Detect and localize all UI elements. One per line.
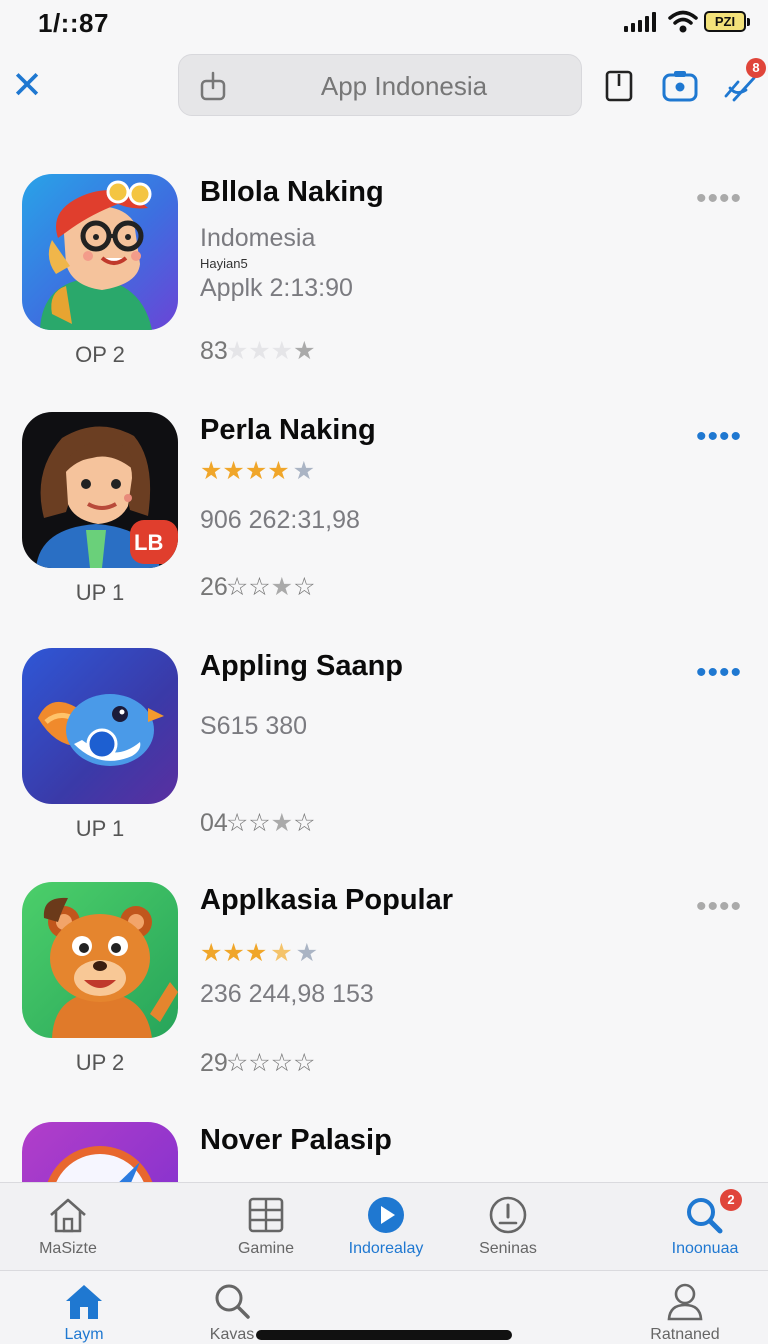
rating-row: 04 ☆☆ ★ ☆ [200, 808, 315, 838]
list-item[interactable]: Nover Palasip [0, 1098, 768, 1182]
tab-label: Ratnaned [650, 1326, 720, 1343]
category-tab-bar: MaSizte Gamine Indorealay Seninas 2 Inoo… [0, 1182, 768, 1270]
tab-label: Gamine [237, 1240, 295, 1257]
info-circle-icon [489, 1196, 527, 1234]
status-bar: 1/::87 PZI [0, 0, 768, 44]
tab-laym[interactable]: Laym [44, 1281, 124, 1344]
camera-icon[interactable] [660, 66, 700, 106]
rating-row: 26 ☆☆ ★ ☆ [200, 572, 315, 602]
app-icon[interactable] [22, 648, 178, 804]
list-item[interactable]: UP 1 Appling Saanp S615 380 04 ☆☆ ★ ☆ •••• [0, 624, 768, 859]
rank-label: UP 2 [75, 1050, 125, 1075]
app-info: 236 244,98 153 [200, 980, 374, 1008]
app-info: 906 262:31,98 [200, 506, 360, 534]
star-rating-icon: ☆☆☆☆ [225, 1049, 316, 1077]
share-icon [200, 71, 226, 101]
star-rating-icon: ★★★★★ [200, 939, 319, 967]
app-list[interactable]: OP 2 Bllola Naking Indomesia Hayian5 App… [0, 150, 768, 1182]
person-icon [667, 1283, 703, 1321]
tab-badge: 2 [720, 1189, 742, 1211]
app-subtitle: Indomesia [200, 224, 316, 252]
more-options-icon[interactable]: •••• [696, 658, 742, 688]
tab-seninas[interactable]: Seninas [468, 1195, 548, 1258]
rank-label: UP 1 [75, 816, 125, 841]
tab-label: MaSizte [39, 1240, 97, 1257]
tab-ratnaned[interactable]: Ratnaned [640, 1281, 730, 1344]
star-rating-icon: ☆☆ ★ ☆ [225, 573, 316, 601]
signal-icon [624, 12, 656, 32]
rating-text: 26 [200, 572, 228, 601]
more-options-icon[interactable]: •••• [696, 422, 742, 452]
close-button[interactable]: ✕ [10, 66, 44, 106]
list-item[interactable]: UP 2 Applkasia Popular ★★★ ★ ★ 236 244,98 … [0, 858, 768, 1093]
star-rating-icon: ★★★★★ [200, 457, 316, 485]
star-rating-icon: ★★★ ★ [225, 337, 316, 365]
home-filled-icon [66, 1285, 102, 1319]
tab-label: Inoonuaa [671, 1240, 739, 1257]
app-subtitle: S615 380 [200, 712, 308, 740]
tab-indorealay[interactable]: Indorealay [336, 1195, 436, 1258]
rank-label: UP 1 [75, 580, 125, 605]
tab-masizte[interactable]: MaSizte [28, 1195, 108, 1258]
rating-text: 04 [200, 808, 228, 837]
icon-badge-text: LB [134, 530, 164, 555]
notification-badge: 8 [746, 58, 766, 78]
list-item[interactable]: LB UP 1 Perla Naking ★★★★ ★ 906 262:31,98… [0, 388, 768, 623]
search-icon [215, 1284, 250, 1319]
more-options-icon[interactable]: •••• [696, 184, 742, 214]
list-item[interactable]: OP 2 Bllola Naking Indomesia Hayian5 App… [0, 150, 768, 385]
app-icon[interactable] [22, 1122, 178, 1182]
rating-row: 29 ☆☆☆☆ [200, 1048, 315, 1078]
grid-icon [248, 1197, 284, 1233]
app-icon[interactable] [22, 174, 178, 330]
play-circle-icon [368, 1197, 404, 1233]
notifications-button[interactable]: 8 [720, 58, 766, 106]
wifi-icon [668, 10, 698, 33]
search-bar[interactable] [178, 54, 582, 116]
app-caption: Hayian5 [200, 256, 248, 271]
star-rating-icon: ☆☆ ★ ☆ [225, 809, 316, 837]
rank-label: OP 2 [75, 342, 125, 367]
app-info: Applk 2:13:90 [200, 274, 353, 302]
more-options-icon[interactable]: •••• [696, 892, 742, 922]
rating-row: 83 ★★★ ★ [200, 336, 315, 366]
tab-inoonuaa[interactable]: 2 Inoonuaa [660, 1189, 750, 1258]
app-title[interactable]: Bllola Naking [200, 176, 384, 209]
search-input[interactable] [239, 65, 569, 107]
app-icon[interactable]: LB [22, 412, 178, 568]
bookmark-icon[interactable] [600, 66, 640, 106]
rating-text: 83 [200, 336, 228, 365]
tab-label: Indorealay [348, 1240, 424, 1257]
app-title[interactable]: Perla Naking [200, 414, 376, 447]
app-title[interactable]: Applkasia Popular [200, 884, 453, 917]
home-outline-icon [50, 1198, 86, 1233]
battery-icon: PZI [704, 11, 750, 32]
home-indicator[interactable] [256, 1330, 512, 1340]
tab-label: Laym [64, 1326, 104, 1343]
status-time: 1/::87 [38, 8, 109, 38]
rating-text: 29 [200, 1048, 228, 1077]
app-title[interactable]: Nover Palasip [200, 1124, 392, 1157]
app-icon[interactable] [22, 882, 178, 1038]
tab-gamine[interactable]: Gamine [226, 1195, 306, 1258]
app-title[interactable]: Appling Saanp [200, 650, 403, 683]
tab-label: Seninas [479, 1240, 537, 1257]
